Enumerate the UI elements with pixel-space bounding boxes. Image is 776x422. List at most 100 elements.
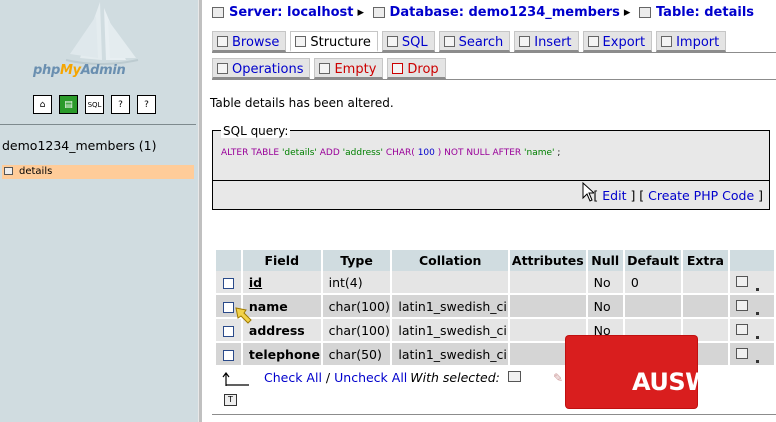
drop-icon [392,63,404,74]
browse-selected-icon[interactable] [508,371,521,382]
breadcrumb-separator: ▸ [623,5,631,20]
table-icon [638,7,651,18]
table-row: name char(100) latin1_swedish_ci No [216,294,776,319]
docs-icon[interactable]: ? [111,95,130,114]
arrow-up-icon [222,372,249,386]
help-icon[interactable]: ? [137,95,156,114]
uncheck-all-link[interactable]: Uncheck All [334,370,407,385]
row-checkbox[interactable] [222,277,234,289]
operations-icon [217,63,228,74]
tab-bar-primary: Browse Structure SQL Search Insert Export Impo… [212,31,730,52]
more-actions-icon[interactable] [755,336,759,339]
export-icon [587,36,599,47]
more-actions-icon[interactable] [755,312,759,315]
tab-import[interactable]: Import [656,31,727,52]
tab-insert[interactable]: Insert [514,31,579,52]
field-name: id [248,274,263,290]
field-null: No [586,271,625,295]
pointer-hand-icon [235,307,252,324]
column-header-type: Type [321,250,393,271]
query-window-icon[interactable]: ▤ [59,95,78,114]
tab-search[interactable]: Search [438,31,511,52]
more-actions-icon[interactable] [755,360,759,363]
more-actions-icon[interactable] [755,288,759,291]
tab-empty[interactable]: Empty [314,58,384,79]
breadcrumb: Server: localhost ▸ Database: demo1234_me… [212,5,754,20]
column-header-attributes: Attributes [509,250,588,271]
row-checkbox[interactable] [222,301,234,313]
breadcrumb-database[interactable]: Database: demo1234_members [390,5,620,20]
column-header-extra: Extra [682,250,730,271]
edit-query-link[interactable]: Edit [602,188,626,203]
tab-baseline [212,52,776,53]
status-message: Table details has been altered. [210,96,394,110]
tab-sql[interactable]: SQL [381,31,435,52]
field-extra [682,271,730,295]
select-column-header [216,250,243,271]
browse-distinct-icon[interactable] [735,348,748,359]
field-collation: latin1_swedish_ci [391,294,510,319]
table-row: id int(4) No 0 [216,271,776,295]
divider [0,124,196,125]
nav-icon-bar: ⌂ ▤ SQL ? ? [33,95,156,114]
database-icon [372,7,385,18]
sql-query-box: SQL query: ALTER TABLE 'details' ADD 'ad… [212,124,770,180]
tab-browse[interactable]: Browse [212,31,287,52]
check-all-separator: / [325,370,331,385]
browse-icon [217,36,228,47]
print-view-icon[interactable]: T [224,394,237,406]
left-navigation-frame: phpMyAdmin ⌂ ▤ SQL ? ? demo1234_members … [0,0,198,422]
column-header-default: Default [623,250,684,271]
field-default: 0 [623,271,684,295]
check-all-controls: Check All / Uncheck All With selected: [264,370,500,385]
sql-query-legend: SQL query: [221,124,291,138]
field-collation [391,271,510,295]
breadcrumb-server[interactable]: Server: localhost [229,5,353,20]
change-selected-icon[interactable]: ✎ [553,371,566,385]
tab-export[interactable]: Export [582,31,653,52]
field-attributes [509,294,588,319]
create-php-code-link[interactable]: Create PHP Code [648,188,754,203]
divider [212,414,776,415]
check-all-link[interactable]: Check All [264,370,322,385]
with-selected-label: With selected: [410,370,500,385]
browse-distinct-icon[interactable] [735,276,748,287]
mouse-cursor-icon [582,182,594,202]
field-collation: latin1_swedish_ci [391,342,510,367]
structure-icon [295,36,307,47]
sql-icon[interactable]: SQL [85,95,104,114]
field-extra [682,294,730,319]
database-link[interactable]: demo1234_members (1) [2,138,157,153]
browse-distinct-icon[interactable] [735,300,748,311]
field-null: No [586,294,625,319]
field-default [623,294,684,319]
tab-drop[interactable]: Drop [387,58,446,79]
sql-icon [386,36,398,47]
field-attributes [509,271,588,295]
field-type: char(50) [321,342,393,367]
field-type: char(100) [321,318,393,343]
field-type: int(4) [321,271,393,295]
tab-baseline [212,79,776,80]
row-checkbox[interactable] [222,349,234,361]
server-icon [212,7,224,18]
browse-distinct-icon[interactable] [735,324,748,335]
actions-column-header [728,250,776,271]
field-collation: latin1_swedish_ci [391,318,510,343]
breadcrumb-table[interactable]: Table: details [656,5,754,20]
watermark-logo: AUSWEB [632,368,745,396]
empty-icon [319,63,331,74]
table-icon [4,167,13,175]
home-icon[interactable]: ⌂ [33,95,52,114]
table-link-details[interactable]: details [2,165,194,179]
breadcrumb-separator: ▸ [357,5,365,20]
tab-structure[interactable]: Structure [290,31,378,52]
phpmyadmin-logo[interactable]: phpMyAdmin [33,63,126,78]
column-header-field[interactable]: Field [241,250,323,271]
sailboat-logo-icon [65,2,139,65]
tab-operations[interactable]: Operations [212,58,311,79]
row-checkbox[interactable] [222,325,234,337]
search-icon [443,36,455,47]
field-name: telephone [248,346,320,362]
sql-query-actions: [ Edit ] [ Create PHP Code ] [212,180,770,210]
